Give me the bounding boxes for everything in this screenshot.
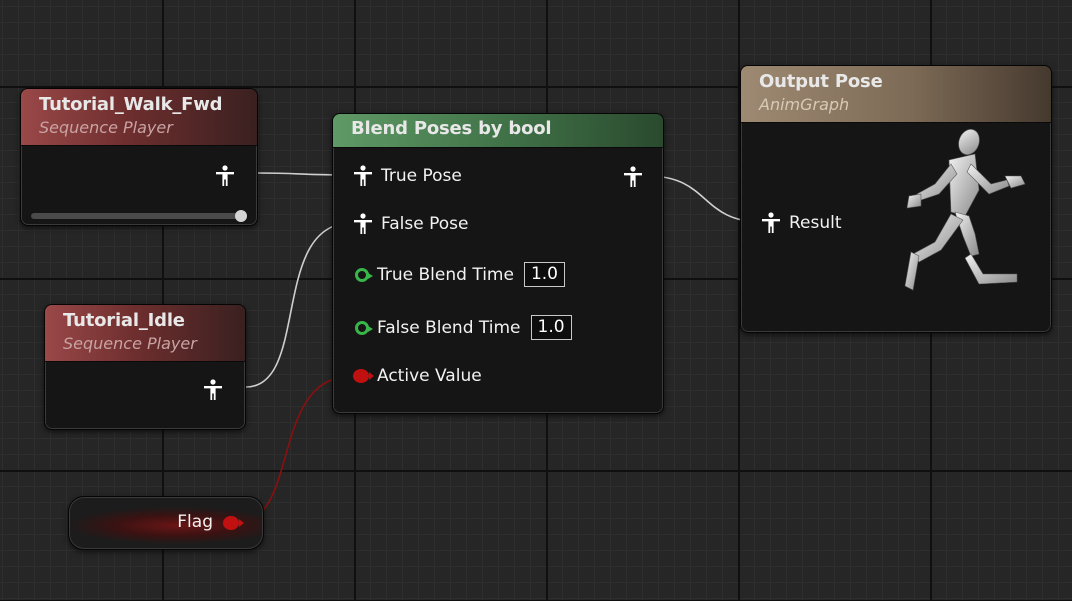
idle-node-header: Tutorial_Idle Sequence Player <box>45 305 245 362</box>
false-blend-time-pin[interactable]: False Blend Time 1.0 <box>355 315 572 340</box>
output-pose-node[interactable]: Output Pose AnimGraph Result <box>740 65 1052 333</box>
walk-node-title: Tutorial_Walk_Fwd <box>39 94 223 115</box>
result-label: Result <box>789 213 842 233</box>
blend-poses-by-bool-node[interactable]: Blend Poses by bool True Pose False Pose… <box>332 113 664 414</box>
walk-pose-output-pin-icon[interactable] <box>215 165 235 191</box>
pose-pin-icon <box>354 213 372 234</box>
true-blend-time-input[interactable]: 1.0 <box>523 262 565 287</box>
blend-node-title: Blend Poses by bool <box>351 118 552 139</box>
output-node-header: Output Pose AnimGraph <box>741 66 1051 123</box>
idle-pose-output-pin-icon[interactable] <box>203 379 223 405</box>
true-pose-label: True Pose <box>381 166 462 186</box>
false-blend-time-label: False Blend Time <box>377 317 521 338</box>
pose-pin-icon <box>354 165 372 186</box>
blend-time-pin-icon <box>355 320 373 335</box>
idle-node-subtitle: Sequence Player <box>63 334 197 353</box>
output-node-title: Output Pose <box>759 71 883 92</box>
flag-output-pin-icon[interactable] <box>223 516 244 530</box>
blend-time-pin-icon <box>355 267 373 282</box>
false-pose-label: False Pose <box>381 214 469 234</box>
blend-pose-output-pin-icon[interactable] <box>623 166 643 192</box>
walk-playback-track[interactable] <box>31 213 247 219</box>
idle-sequence-player-node[interactable]: Tutorial_Idle Sequence Player <box>44 304 246 430</box>
mannequin-figure-icon <box>904 129 1026 291</box>
active-value-label: Active Value <box>377 366 482 386</box>
true-blend-time-label: True Blend Time <box>377 264 514 285</box>
walk-playback-knob[interactable] <box>235 210 247 222</box>
false-blend-time-input[interactable]: 1.0 <box>530 315 572 340</box>
walk-node-header: Tutorial_Walk_Fwd Sequence Player <box>21 89 257 146</box>
walk-sequence-player-node[interactable]: Tutorial_Walk_Fwd Sequence Player <box>20 88 258 226</box>
output-node-subtitle: AnimGraph <box>759 95 850 114</box>
bool-pin-icon <box>353 369 374 383</box>
true-pose-pin[interactable]: True Pose <box>353 165 462 187</box>
true-blend-time-pin[interactable]: True Blend Time 1.0 <box>355 262 565 287</box>
active-value-pin[interactable]: Active Value <box>353 366 482 386</box>
idle-node-title: Tutorial_Idle <box>63 310 185 331</box>
flag-variable-node[interactable]: Flag <box>68 496 264 550</box>
result-pin[interactable]: Result <box>761 212 842 234</box>
walk-node-subtitle: Sequence Player <box>39 118 173 137</box>
blend-node-header: Blend Poses by bool <box>333 114 663 148</box>
pose-pin-icon <box>762 212 780 233</box>
flag-label: Flag <box>177 512 213 532</box>
false-pose-pin[interactable]: False Pose <box>353 213 468 235</box>
